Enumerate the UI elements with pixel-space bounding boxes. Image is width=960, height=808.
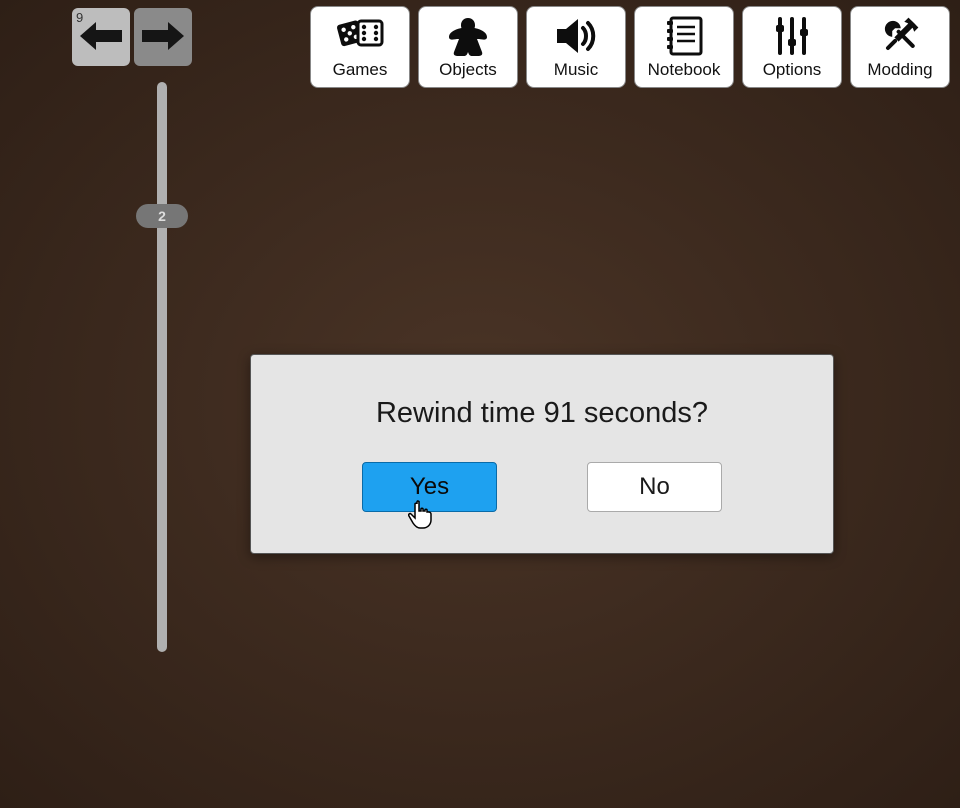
confirm-dialog: Rewind time 91 seconds? Yes No (250, 354, 834, 554)
modding-label: Modding (867, 60, 932, 80)
objects-label: Objects (439, 60, 497, 80)
no-button[interactable]: No (587, 462, 722, 512)
slider-handle[interactable]: 2 (136, 204, 188, 228)
yes-label: Yes (410, 473, 449, 501)
modding-button[interactable]: Modding (850, 6, 950, 88)
redo-button[interactable] (134, 8, 192, 66)
tools-icon (875, 14, 925, 58)
games-label: Games (333, 60, 388, 80)
undo-button[interactable]: 9 (72, 8, 130, 66)
music-button[interactable]: Music (526, 6, 626, 88)
dialog-buttons: Yes No (362, 462, 722, 512)
notebook-label: Notebook (648, 60, 721, 80)
undo-count: 9 (76, 10, 83, 25)
dialog-message: Rewind time 91 seconds? (376, 397, 708, 430)
meeple-icon (443, 14, 493, 58)
no-label: No (639, 473, 670, 501)
slider-value: 2 (158, 208, 166, 224)
yes-button[interactable]: Yes (362, 462, 497, 512)
music-label: Music (554, 60, 598, 80)
notebook-icon (659, 14, 709, 58)
dice-icon (335, 14, 385, 58)
options-label: Options (763, 60, 822, 80)
slider-track (157, 82, 167, 652)
options-button[interactable]: Options (742, 6, 842, 88)
notebook-button[interactable]: Notebook (634, 6, 734, 88)
speaker-icon (551, 14, 601, 58)
top-toolbar: Games Objects Music (310, 6, 950, 88)
objects-button[interactable]: Objects (418, 6, 518, 88)
games-button[interactable]: Games (310, 6, 410, 88)
arrow-left-icon (80, 22, 122, 53)
rewind-slider[interactable]: 2 (142, 82, 182, 652)
arrow-right-icon (142, 22, 184, 53)
history-buttons: 9 (72, 8, 192, 66)
sliders-icon (767, 14, 817, 58)
